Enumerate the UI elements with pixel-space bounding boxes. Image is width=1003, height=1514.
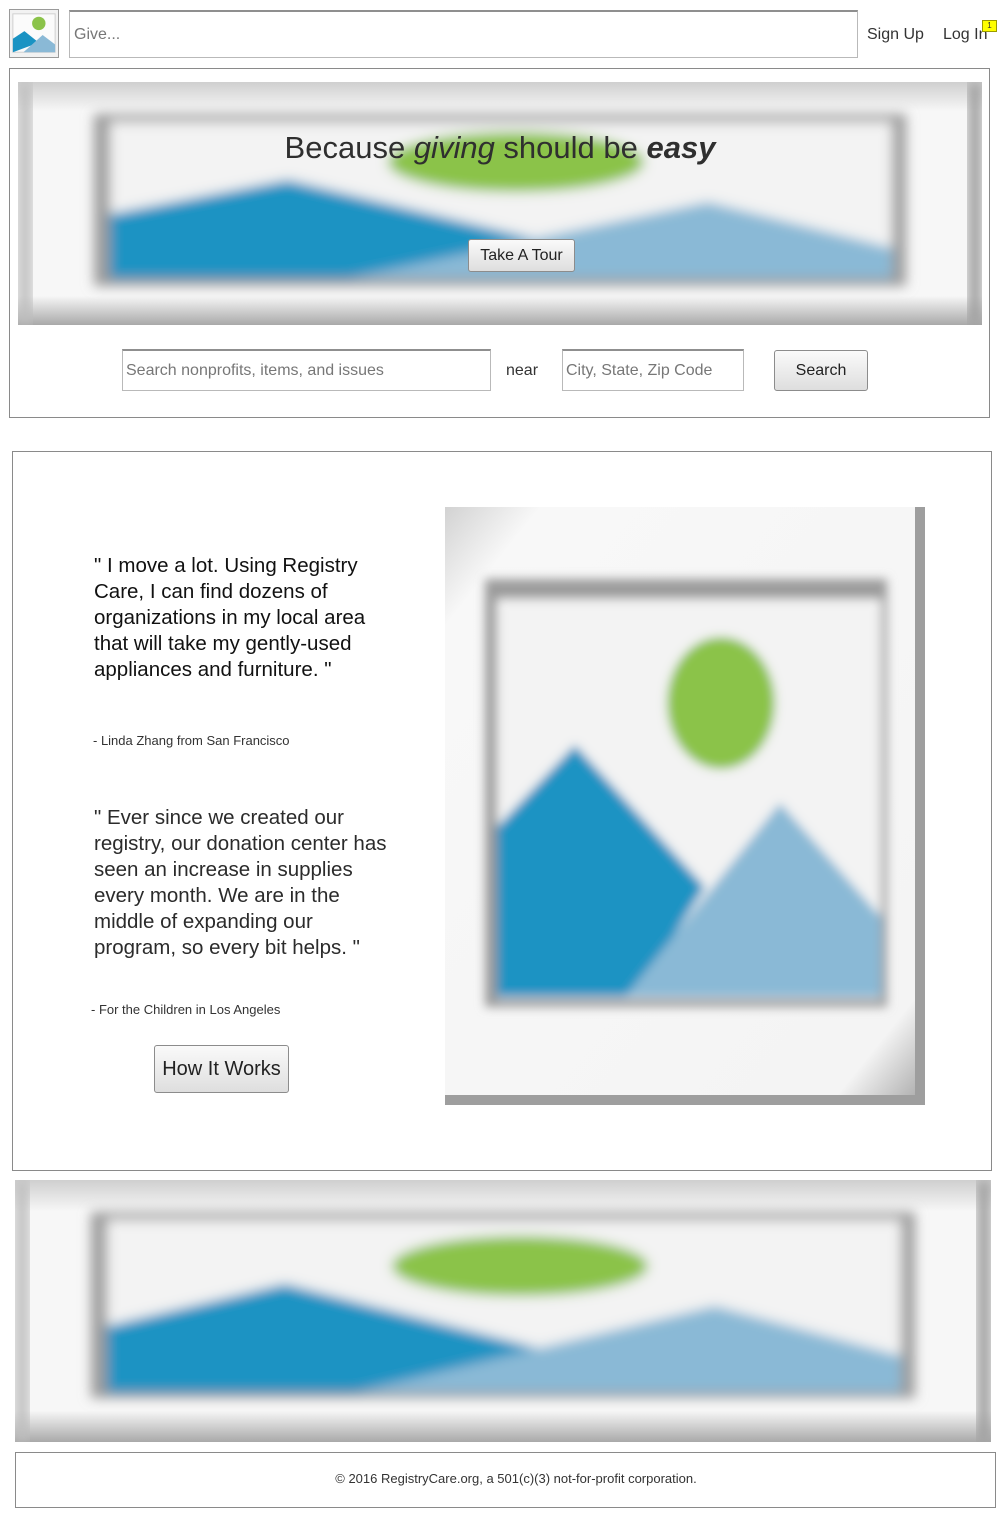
how-it-works-button[interactable]: How It Works — [154, 1045, 289, 1093]
testimonial-author: - Linda Zhang from San Francisco — [93, 733, 290, 748]
search-button[interactable]: Search — [774, 350, 868, 391]
log-in-link[interactable]: Log In — [943, 26, 987, 44]
sign-up-link[interactable]: Sign Up — [867, 26, 924, 44]
banner-image-placeholder — [15, 1180, 991, 1442]
near-label: near — [506, 362, 539, 379]
location-input[interactable] — [562, 349, 744, 391]
give-search-input[interactable] — [69, 10, 858, 58]
testimonial-quote: " I move a lot. Using Registry Care, I c… — [94, 554, 366, 681]
testimonial-image-placeholder — [445, 507, 925, 1105]
testimonial-quote: " Ever since we created our registry, ou… — [94, 806, 387, 959]
logo-image-placeholder-icon[interactable] — [9, 9, 59, 58]
hero-image-placeholder — [18, 82, 982, 325]
take-a-tour-button[interactable]: Take A Tour — [468, 239, 575, 272]
notification-badge: 1 — [982, 20, 997, 32]
footer-copyright: © 2016 RegistryCare.org, a 501(c)(3) not… — [335, 1471, 697, 1486]
testimonial-author: - For the Children in Los Angeles — [91, 1002, 281, 1017]
hero-title: Because giving should be easy — [284, 130, 716, 165]
nonprofit-search-input[interactable] — [122, 349, 491, 391]
